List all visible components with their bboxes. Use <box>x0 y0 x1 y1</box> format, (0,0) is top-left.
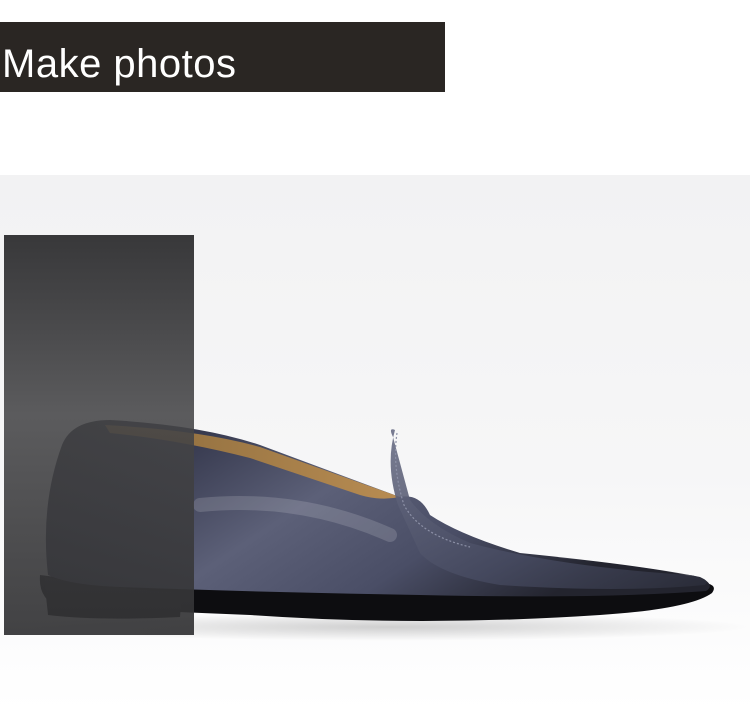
gray-overlay-panel <box>4 235 194 635</box>
page-title: Make photos <box>2 42 237 86</box>
product-photo <box>0 175 750 711</box>
title-banner: Make photos <box>0 22 445 92</box>
